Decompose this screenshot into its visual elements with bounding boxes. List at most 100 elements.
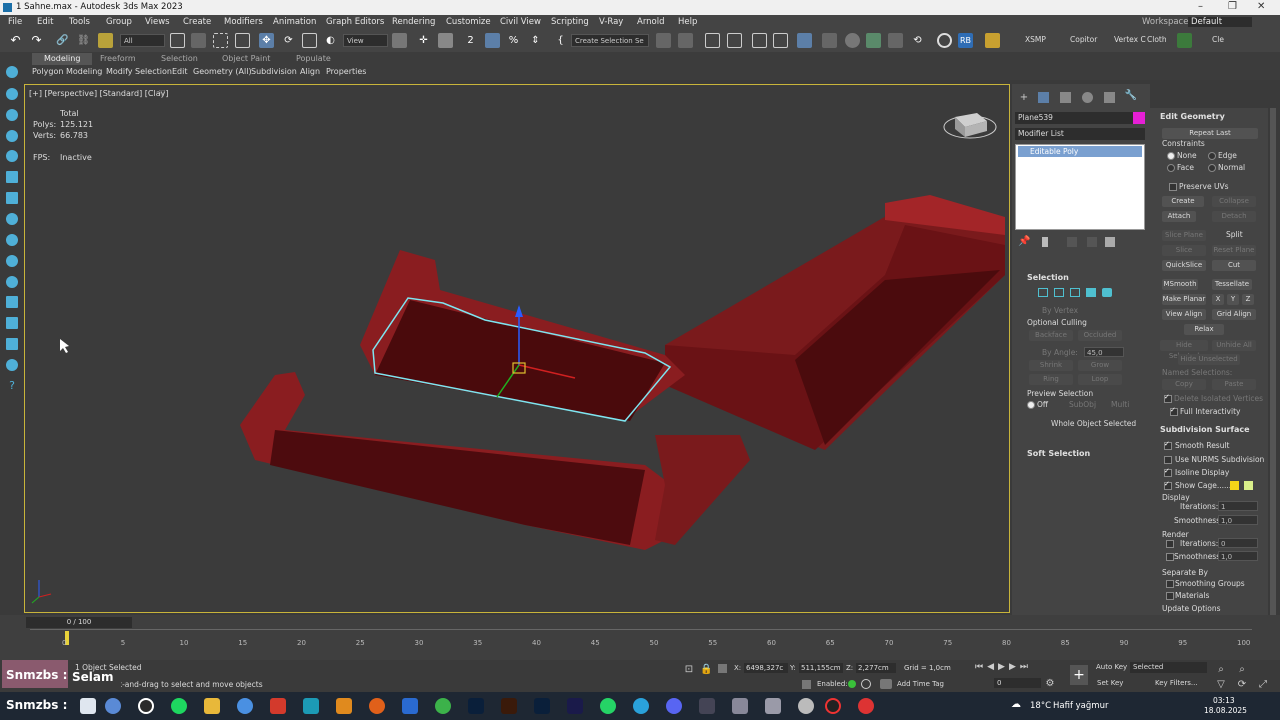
select-manipulate-icon[interactable]: ✛ bbox=[416, 33, 431, 48]
materials-checkbox[interactable] bbox=[1166, 592, 1174, 600]
paste-button[interactable]: Paste bbox=[1212, 379, 1256, 390]
object-color-swatch[interactable] bbox=[1133, 112, 1145, 124]
render-region-icon[interactable] bbox=[6, 317, 18, 329]
grid-align-button[interactable]: Grid Align bbox=[1212, 309, 1256, 320]
placement-icon[interactable]: ◐ bbox=[323, 33, 338, 48]
hierarchy-tab-icon[interactable] bbox=[1060, 92, 1071, 103]
whatsapp-icon[interactable] bbox=[600, 698, 616, 714]
display-iterations-spinner[interactable]: 1 bbox=[1218, 501, 1258, 511]
use-nurms-checkbox[interactable] bbox=[1164, 456, 1172, 464]
vray-icon[interactable] bbox=[937, 33, 952, 48]
zoom-all-icon[interactable]: ⌕ bbox=[1236, 662, 1248, 678]
named-selection-set-dropdown[interactable]: Create Selection Se bbox=[571, 34, 649, 47]
ribbon-polygon-modeling[interactable]: Polygon Modeling bbox=[32, 67, 102, 76]
menu-graph-editors[interactable]: Graph Editors bbox=[326, 17, 384, 27]
selection-rollout-title[interactable]: Selection bbox=[1027, 273, 1069, 282]
reference-coordinate-dropdown[interactable]: View bbox=[343, 34, 388, 47]
bind-spacewarp-icon[interactable] bbox=[98, 33, 113, 48]
hide-unselected-button[interactable]: Hide Unselected bbox=[1178, 354, 1240, 365]
view-align-button[interactable]: View Align bbox=[1162, 309, 1206, 320]
reset-plane-button[interactable]: Reset Plane bbox=[1212, 245, 1256, 256]
render-setup-icon[interactable] bbox=[822, 33, 837, 48]
split-checkbox[interactable]: Split bbox=[1226, 230, 1243, 239]
display-tab-icon[interactable] bbox=[1104, 92, 1115, 103]
soft-selection-rollout-title[interactable]: Soft Selection bbox=[1027, 449, 1090, 458]
stack-item-editable-poly[interactable]: Editable Poly bbox=[1018, 146, 1142, 157]
security-icon[interactable] bbox=[402, 698, 418, 714]
display-smoothness-spinner[interactable]: 1,0 bbox=[1218, 515, 1258, 525]
clock-date[interactable]: 18.08.2025 bbox=[1204, 706, 1247, 715]
set-key-big-icon[interactable]: + bbox=[1070, 665, 1088, 685]
app-icon-2[interactable] bbox=[798, 698, 814, 714]
app-icon-3[interactable] bbox=[825, 698, 841, 714]
menu-rendering[interactable]: Rendering bbox=[392, 17, 435, 27]
configure-sets-icon[interactable] bbox=[1105, 237, 1115, 247]
auto-key-button[interactable]: Auto Key bbox=[1096, 663, 1127, 671]
smooth-result-checkbox[interactable] bbox=[1164, 440, 1172, 450]
zoom-icon[interactable]: ⌕ bbox=[1215, 662, 1227, 678]
firefox-icon[interactable] bbox=[369, 698, 385, 714]
snap-toggle-icon[interactable]: 2 bbox=[463, 33, 478, 48]
add-time-tag-icon[interactable] bbox=[880, 679, 892, 689]
maxscript-listener[interactable]: Snmzbs : bbox=[2, 660, 68, 688]
by-vertex-checkbox[interactable]: By Vertex bbox=[1042, 306, 1078, 315]
relax-button[interactable]: Relax bbox=[1184, 324, 1224, 335]
x-coordinate-field[interactable]: 6498,327c bbox=[744, 663, 788, 673]
make-planar-button[interactable]: Make Planar bbox=[1162, 294, 1206, 305]
playback-controls[interactable]: ⏮◀▶▶⏭ bbox=[975, 662, 1059, 673]
render-production-icon[interactable] bbox=[866, 33, 881, 48]
shrink-button[interactable]: Shrink bbox=[1029, 360, 1073, 371]
enabled-indicator[interactable] bbox=[848, 680, 856, 688]
cage-color-1-swatch[interactable] bbox=[1230, 481, 1239, 490]
rendered-frame-icon[interactable] bbox=[845, 33, 860, 48]
tab-modeling[interactable]: Modeling bbox=[32, 53, 93, 65]
copitor-button[interactable]: Copitor bbox=[1070, 35, 1097, 44]
make-unique-icon[interactable] bbox=[1067, 237, 1077, 247]
element-mode-icon[interactable] bbox=[1102, 288, 1112, 297]
material-editor-icon[interactable] bbox=[797, 33, 812, 48]
menu-edit[interactable]: Edit bbox=[37, 17, 53, 27]
minimize-icon[interactable]: – bbox=[1198, 1, 1203, 12]
constraint-normal-radio[interactable] bbox=[1208, 164, 1216, 172]
current-frame-spinner[interactable]: 0 bbox=[994, 678, 1041, 688]
camera-icon[interactable] bbox=[6, 213, 18, 225]
msmooth-button[interactable]: MSmooth bbox=[1162, 279, 1198, 290]
border-mode-icon[interactable] bbox=[1070, 288, 1080, 297]
ribbon-properties[interactable]: Properties bbox=[326, 67, 366, 76]
detach-button[interactable]: Detach bbox=[1212, 211, 1256, 222]
tab-freeform[interactable]: Freeform bbox=[100, 53, 136, 65]
render-smoothness-spinner[interactable]: 1,0 bbox=[1218, 551, 1258, 561]
occluded-button[interactable]: Occluded bbox=[1078, 330, 1122, 341]
select-by-name-icon[interactable] bbox=[191, 33, 206, 48]
menu-create[interactable]: Create bbox=[183, 17, 211, 27]
grow-button[interactable]: Grow bbox=[1078, 360, 1122, 371]
orbit-icon[interactable] bbox=[6, 359, 18, 371]
file-explorer-icon[interactable] bbox=[204, 698, 220, 714]
constraint-none-radio[interactable] bbox=[1167, 152, 1175, 160]
acrobat-icon[interactable] bbox=[270, 698, 286, 714]
menu-scripting[interactable]: Scripting bbox=[551, 17, 589, 27]
planar-x-button[interactable]: X bbox=[1212, 294, 1224, 305]
quickslice-button[interactable]: QuickSlice bbox=[1162, 260, 1206, 271]
selection-filter-dropdown[interactable]: All bbox=[120, 34, 165, 47]
sketchup-icon[interactable] bbox=[435, 698, 451, 714]
copilot-icon[interactable] bbox=[105, 698, 121, 714]
adaptive-degradation-icon[interactable] bbox=[802, 680, 811, 689]
telegram-icon[interactable] bbox=[633, 698, 649, 714]
preview-multi-radio[interactable]: Multi bbox=[1111, 400, 1129, 409]
grid-icon[interactable] bbox=[6, 338, 18, 350]
edge-mode-icon[interactable] bbox=[1054, 288, 1064, 297]
curve-editor-icon[interactable] bbox=[752, 33, 767, 48]
illustrator-icon[interactable] bbox=[501, 698, 517, 714]
key-icon[interactable] bbox=[6, 255, 18, 267]
menu-modifiers[interactable]: Modifiers bbox=[224, 17, 263, 27]
menu-views[interactable]: Views bbox=[145, 17, 170, 27]
spinner-snap-icon[interactable]: ⇕ bbox=[528, 33, 543, 48]
align-icon[interactable] bbox=[678, 33, 693, 48]
create-tab-icon[interactable]: + bbox=[1017, 90, 1031, 106]
pin-stack-icon[interactable]: 📌 bbox=[1018, 234, 1030, 250]
preview-subobj-radio[interactable]: SubObj bbox=[1069, 400, 1096, 409]
angle-spinner[interactable]: 45,0 bbox=[1084, 347, 1124, 357]
discord-icon[interactable] bbox=[666, 698, 682, 714]
notes-icon[interactable] bbox=[765, 698, 781, 714]
